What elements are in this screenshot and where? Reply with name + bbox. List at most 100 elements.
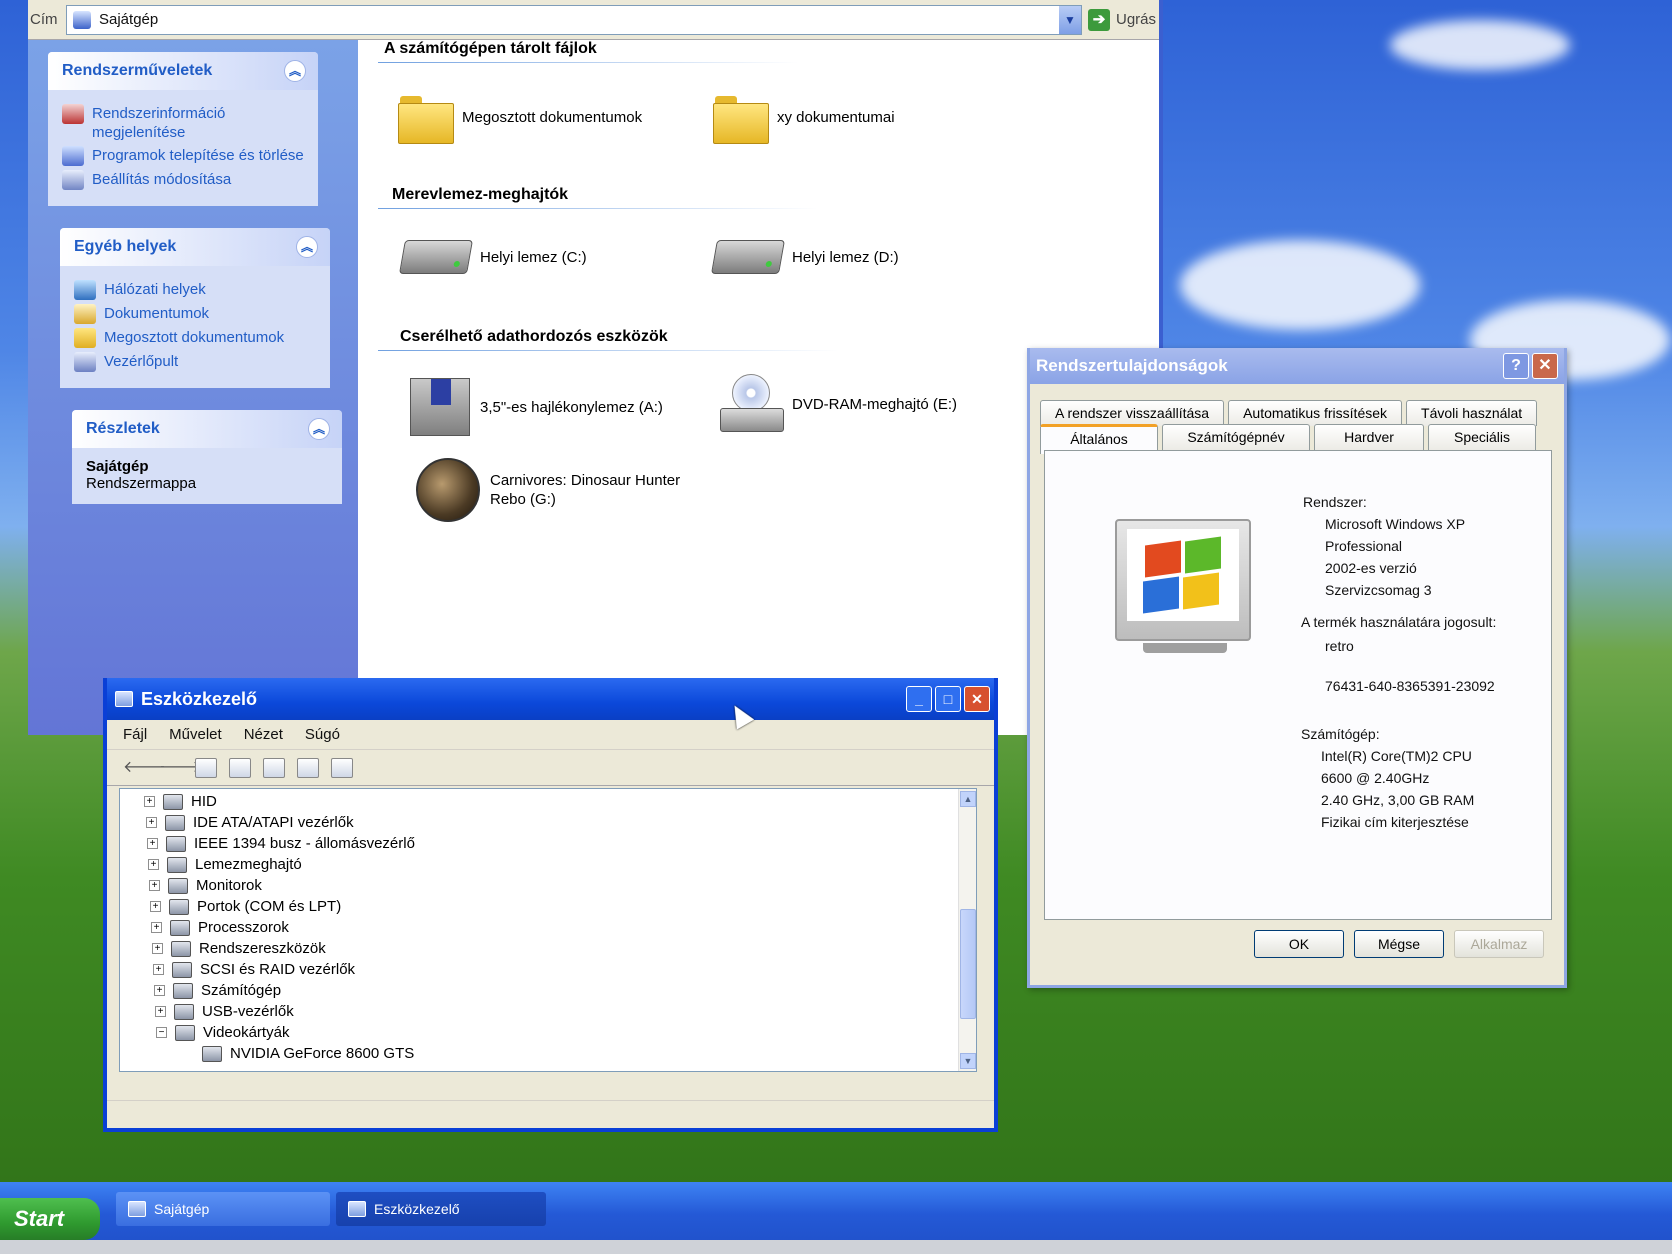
place-shared-documents[interactable]: Megosztott dokumentumok: [74, 328, 318, 348]
forward-arrow-icon[interactable]: 🡒: [159, 757, 202, 779]
dialog-title-bar[interactable]: Rendszertulajdonságok ? ✕: [1030, 348, 1564, 384]
taskbar-button-device-manager[interactable]: Eszközkezelő: [336, 1192, 546, 1226]
expand-icon[interactable]: +: [150, 901, 161, 912]
expand-icon[interactable]: +: [147, 838, 158, 849]
drive-d-item[interactable]: Helyi lemez (D:): [711, 240, 899, 274]
scroll-down-icon[interactable]: ▼: [960, 1053, 976, 1069]
tree-node-ide[interactable]: + IDE ATA/ATAPI vezérlők: [146, 814, 354, 831]
collapse-tree-icon[interactable]: −: [156, 1027, 167, 1038]
properties-icon[interactable]: [263, 757, 285, 778]
tree-node-scsi-raid[interactable]: + SCSI és RAID vezérlők: [153, 961, 355, 978]
expand-icon[interactable]: +: [155, 1006, 166, 1017]
windows-logo-monitor-icon: [1115, 519, 1251, 653]
tree-node-hid[interactable]: + HID: [144, 793, 217, 810]
tree-node-ports[interactable]: + Portok (COM és LPT): [150, 898, 341, 915]
tab-remote[interactable]: Távoli használat: [1406, 400, 1538, 426]
tree-node-usb[interactable]: + USB-vezérlők: [155, 1003, 294, 1020]
panel-header[interactable]: Részletek ︽: [72, 410, 342, 448]
maximize-icon[interactable]: □: [935, 686, 961, 712]
panel-header[interactable]: Rendszerműveletek ︽: [48, 52, 318, 90]
address-label: Cím: [30, 11, 58, 28]
task-system-info[interactable]: Rendszerinformáció megjelenítése: [62, 104, 306, 142]
address-input[interactable]: Sajátgép ▼: [66, 4, 1082, 35]
apply-button[interactable]: Alkalmaz: [1454, 930, 1544, 958]
help-icon[interactable]: ?: [1503, 353, 1529, 379]
scroll-thumb[interactable]: [960, 909, 976, 1019]
task-change-setting[interactable]: Beállítás módosítása: [62, 170, 306, 190]
collapse-icon[interactable]: ︽: [284, 60, 306, 82]
tree-node-system-devices[interactable]: + Rendszereszközök: [152, 940, 326, 957]
menu-view[interactable]: Nézet: [244, 726, 283, 743]
collapse-icon[interactable]: ︽: [296, 236, 318, 258]
close-icon[interactable]: ✕: [1532, 353, 1558, 379]
pae-link[interactable]: Fizikai cím kiterjesztése: [1321, 811, 1469, 833]
tree-node-ieee1394[interactable]: + IEEE 1394 busz - állomásvezérlő: [147, 835, 415, 852]
system-info-icon: [62, 104, 84, 124]
back-arrow-icon[interactable]: 🡐: [123, 757, 166, 779]
help-topics-icon[interactable]: [297, 757, 319, 778]
expand-icon[interactable]: +: [146, 817, 157, 828]
expand-icon[interactable]: +: [144, 796, 155, 807]
floppy-item[interactable]: 3,5"-es hajlékonylemez (A:): [410, 378, 663, 436]
group-divider: [378, 62, 798, 63]
game-disc-item[interactable]: Carnivores: Dinosaur Hunter Rebo (G:): [416, 458, 680, 522]
vertical-scrollbar[interactable]: ▲ ▼: [958, 789, 976, 1071]
tree-node-disk-drives[interactable]: + Lemezmeghajtó: [148, 856, 302, 873]
user-documents-item[interactable]: xy dokumentumai: [713, 92, 895, 144]
place-label: Vezérlőpult: [104, 353, 179, 370]
cpu-line1: Intel(R) Core(TM)2 CPU: [1321, 748, 1472, 764]
menu-action[interactable]: Művelet: [169, 726, 222, 743]
print-icon[interactable]: [229, 757, 251, 778]
shared-documents-item[interactable]: Megosztott dokumentumok: [398, 92, 642, 144]
tab-system-restore[interactable]: A rendszer visszaállítása: [1040, 400, 1225, 426]
tree-label: Portok (COM és LPT): [197, 898, 342, 915]
minimize-icon[interactable]: _: [906, 686, 932, 712]
tree-node-nvidia-gpu[interactable]: NVIDIA GeForce 8600 GTS: [202, 1045, 414, 1062]
drive-c-item[interactable]: Helyi lemez (C:): [399, 240, 587, 274]
computer-label: Számítógép:: [1301, 726, 1380, 742]
close-icon[interactable]: ✕: [964, 686, 990, 712]
place-documents[interactable]: Dokumentumok: [74, 304, 318, 324]
expand-icon[interactable]: +: [149, 880, 160, 891]
expand-icon[interactable]: +: [152, 943, 163, 954]
ok-button[interactable]: OK: [1254, 930, 1344, 958]
dvd-item[interactable]: DVD-RAM-meghajtó (E:): [720, 374, 957, 434]
tree-node-monitors[interactable]: + Monitorok: [149, 877, 262, 894]
collapse-icon[interactable]: ︽: [308, 418, 330, 440]
console-tree-icon[interactable]: [195, 757, 217, 778]
menu-file[interactable]: Fájl: [123, 726, 147, 743]
panel-body: Hálózati helyek Dokumentumok Megosztott …: [60, 266, 330, 388]
tab-automatic-updates[interactable]: Automatikus frissítések: [1228, 400, 1403, 426]
chevron-down-icon[interactable]: ▼: [1059, 5, 1081, 34]
item-label: 3,5"-es hajlékonylemez (A:): [480, 398, 663, 416]
start-button[interactable]: Start: [0, 1198, 100, 1240]
scroll-up-icon[interactable]: ▲: [960, 791, 976, 807]
place-control-panel[interactable]: Vezérlőpult: [74, 352, 318, 372]
window-title-bar[interactable]: Eszközkezelő _ □ ✕: [107, 678, 994, 720]
task-add-remove-programs[interactable]: Programok telepítése és törlése: [62, 146, 306, 166]
tree-node-display-adapters[interactable]: − Videokártyák: [156, 1024, 289, 1041]
expand-icon[interactable]: +: [151, 922, 162, 933]
go-button[interactable]: ➔ Ugrás: [1088, 8, 1156, 31]
flag-blue: [1143, 576, 1179, 614]
tree-label: IEEE 1394 busz - állomásvezérlő: [194, 835, 415, 852]
cancel-button[interactable]: Mégse: [1354, 930, 1444, 958]
expand-icon[interactable]: +: [153, 964, 164, 975]
menu-help[interactable]: Súgó: [305, 726, 340, 743]
cloud: [1390, 20, 1570, 70]
group-header-removable: Cserélhető adathordozós eszközök: [400, 328, 668, 345]
tab-row-back: A rendszer visszaállítása Automatikus fr…: [1040, 400, 1538, 426]
panel-header[interactable]: Egyéb helyek ︽: [60, 228, 330, 266]
place-network[interactable]: Hálózati helyek: [74, 280, 318, 300]
expand-icon[interactable]: +: [148, 859, 159, 870]
tree-node-computer[interactable]: + Számítógép: [154, 982, 281, 999]
tab-computer-name[interactable]: Számítógépnév: [1162, 424, 1310, 450]
expand-icon[interactable]: +: [154, 985, 165, 996]
scan-hardware-icon[interactable]: [331, 757, 353, 778]
taskbar-button-my-computer[interactable]: Sajátgép: [116, 1192, 330, 1226]
tab-hardware[interactable]: Hardver: [1314, 424, 1424, 450]
monitor-bezel: [0, 1240, 1672, 1254]
tree-node-processors[interactable]: + Processzorok: [151, 919, 289, 936]
tab-advanced[interactable]: Speciális: [1428, 424, 1536, 450]
os-name: Microsoft Windows XP: [1325, 516, 1466, 532]
